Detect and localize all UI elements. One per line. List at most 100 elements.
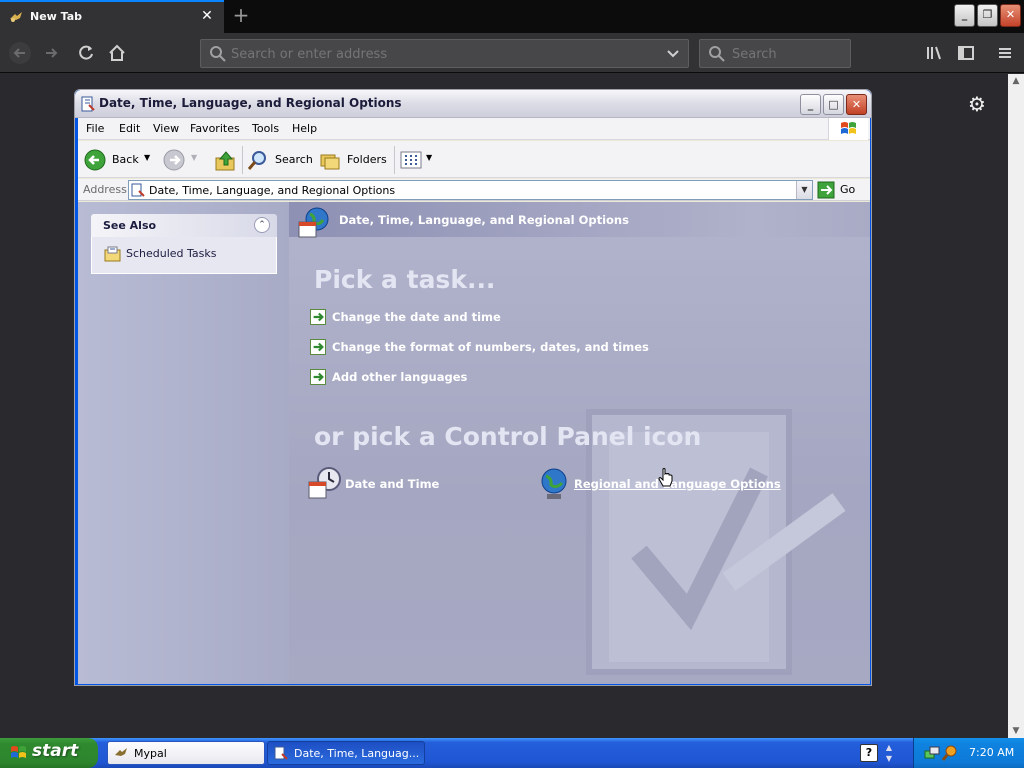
menu-favorites[interactable]: Favorites [190,122,240,135]
explorer-content: See Also ⌃ Scheduled Tasks Date, Time, L… [78,202,870,684]
windows-flag-icon [11,746,26,758]
control-panel-icon [131,183,145,197]
reload-icon[interactable] [74,41,98,65]
scroll-down-icon[interactable]: ▼ [1008,724,1024,738]
back-label: Back [112,153,139,166]
up-folder-icon [215,151,235,171]
category-title: Date, Time, Language, and Regional Optio… [339,213,629,227]
search-tray-icon[interactable] [942,745,958,761]
go-label: Go [840,183,856,196]
search-icon [708,45,726,63]
back-arrow-icon [84,149,106,171]
address-field[interactable]: Date, Time, Language, and Regional Optio… [128,180,813,200]
minimize-button[interactable]: _ [954,4,975,27]
system-tray: 7:20 AM [913,738,1024,768]
task-label: Change the date and time [332,310,501,324]
views-grid-icon [400,151,422,169]
date-and-time-label: Date and Time [345,477,440,491]
url-bar[interactable] [200,39,689,68]
menu-help[interactable]: Help [292,122,317,135]
go-button[interactable]: Go [817,180,861,200]
menu-edit[interactable]: Edit [119,122,140,135]
see-also-list: Scheduled Tasks [91,237,277,274]
task-label: Date, Time, Languag... [294,747,420,760]
see-also-panel: See Also ⌃ Scheduled Tasks [91,214,277,274]
restore-button[interactable]: ❐ [977,4,998,27]
window-titlebar[interactable]: Date, Time, Language, and Regional Optio… [75,90,871,118]
browser-navbar [0,33,1024,73]
forward-dropdown-icon: ▼ [191,153,198,162]
url-input[interactable] [231,44,651,64]
close-window-button[interactable]: ✕ [1000,4,1021,27]
close-window-button[interactable]: ✕ [846,94,867,115]
chevron-down-icon[interactable]: ▼ [796,181,812,199]
mypal-favicon-icon [9,10,23,24]
views-button[interactable]: ▼ [400,147,436,173]
taskbar-task-mypal[interactable]: Mypal [107,741,265,765]
chevron-down-icon[interactable] [666,46,680,60]
scroll-up-icon[interactable]: ▲ [1008,74,1024,88]
new-tab-button[interactable]: + [230,4,252,26]
taskbar-task-control-panel[interactable]: Date, Time, Languag... [267,741,425,765]
mypal-icon [115,748,127,756]
start-label: start [32,741,79,761]
task-pane: See Also ⌃ Scheduled Tasks [78,202,289,684]
hamburger-menu-icon[interactable] [993,41,1017,65]
date-and-time-applet[interactable]: Date and Time [308,467,440,501]
up-folder-button[interactable] [214,147,240,173]
minimize-button[interactable]: _ [800,94,821,115]
toolbar-separator [242,146,243,174]
back-dropdown-icon[interactable]: ▼ [144,153,150,162]
forward-arrow-icon[interactable] [40,41,64,65]
regional-language-label: Regional and Language Options [574,477,781,491]
vertical-scrollbar[interactable]: ▲ ▼ [1008,74,1024,738]
search-label: Search [275,153,313,166]
hand-cursor-icon [658,468,673,487]
task-label: Add other languages [332,370,468,384]
green-arrow-icon [310,309,326,325]
tray-scroll-icon[interactable]: ▲ ▼ [884,742,894,764]
menu-tools[interactable]: Tools [252,122,279,135]
help-icon[interactable]: ? [860,744,878,762]
pick-icon-heading: or pick a Control Panel icon [314,422,702,451]
globe-icon [541,468,567,499]
library-icon[interactable] [922,41,946,65]
control-panel-icon [274,746,288,760]
green-arrow-icon [310,339,326,355]
collapse-chevron-icon[interactable]: ⌃ [254,217,270,233]
menu-bar: File Edit View Favorites Tools Help [78,118,870,140]
views-dropdown-icon: ▼ [426,153,433,162]
clock-calendar-icon [308,467,341,499]
folders-button[interactable]: Folders [319,147,389,173]
green-arrow-icon [310,369,326,385]
network-icon[interactable] [924,745,940,761]
pick-task-heading: Pick a task... [314,265,496,294]
browser-tab[interactable]: New Tab ✕ [0,0,224,33]
see-also-header[interactable]: See Also ⌃ [91,214,277,237]
gear-icon[interactable]: ⚙ [966,93,988,115]
address-value: Date, Time, Language, and Regional Optio… [149,184,396,197]
task-label: Mypal [134,747,167,760]
system-clock: 7:20 AM [969,746,1015,759]
category-header: Date, Time, Language, and Regional Optio… [289,202,870,238]
maximize-button[interactable]: □ [823,94,844,115]
control-panel-window: Date, Time, Language, and Regional Optio… [74,89,872,686]
start-button[interactable]: start [0,738,98,768]
back-button[interactable]: Back ▼ [84,147,154,173]
menu-view[interactable]: View [153,122,179,135]
scheduled-tasks-label: Scheduled Tasks [126,247,217,260]
scheduled-tasks-icon [104,246,121,262]
forward-button[interactable]: ▼ [163,147,203,173]
back-arrow-icon[interactable] [8,41,32,65]
sidebar-toggle-icon[interactable] [954,41,978,65]
menu-file[interactable]: File [86,122,104,135]
control-panel-icon [80,96,96,112]
category-view: Date, Time, Language, and Regional Optio… [289,202,870,684]
search-bar[interactable] [699,39,851,68]
forward-arrow-icon [163,149,185,171]
home-icon[interactable] [105,41,129,65]
tab-close-icon[interactable]: ✕ [200,8,214,24]
search-input[interactable] [732,44,842,64]
search-button[interactable]: Search [247,147,313,173]
regional-language-applet[interactable]: Regional and Language Options [540,467,781,501]
